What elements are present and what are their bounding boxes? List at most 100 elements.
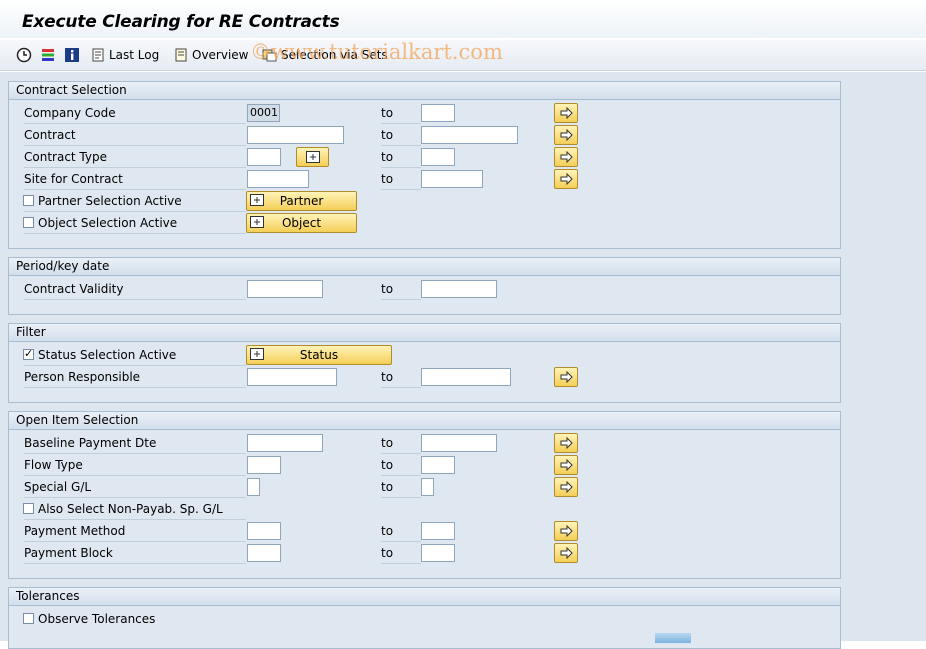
payment-method-multiple-selection-button[interactable] <box>554 521 578 541</box>
company-code-from-field[interactable]: 0001 <box>247 104 280 122</box>
get-variant-button[interactable] <box>40 45 59 65</box>
flow-type-to-field[interactable] <box>421 456 455 474</box>
status-selection-row: ✓ Status Selection Active Status <box>9 345 840 366</box>
payment-method-to-field[interactable] <box>421 522 455 540</box>
contract-to-label: to <box>381 126 421 146</box>
arrow-right-icon <box>560 525 573 537</box>
status-selection-checkbox[interactable]: ✓ <box>23 347 34 360</box>
flow-type-from-field[interactable] <box>247 456 281 474</box>
object-button-label: Object <box>281 216 322 230</box>
object-selection-checkbox[interactable] <box>23 217 34 228</box>
contract-type-multiple-selection-button[interactable] <box>554 147 578 167</box>
special-gl-label: Special G/L <box>24 478 246 498</box>
person-responsible-label: Person Responsible <box>24 368 246 388</box>
execute-button[interactable] <box>16 45 35 65</box>
arrow-right-icon <box>560 151 573 163</box>
tolerances-group: Tolerances Observe Tolerances <box>8 587 841 649</box>
site-for-contract-to-field[interactable] <box>421 170 483 188</box>
payment-method-from-field[interactable] <box>247 522 281 540</box>
special-gl-multiple-selection-button[interactable] <box>554 477 578 497</box>
observe-tolerances-label: Observe Tolerances <box>38 612 156 626</box>
application-toolbar: Last Log Overview Selection via Sets <box>0 40 926 71</box>
site-for-contract-from-field[interactable] <box>247 170 309 188</box>
payment-block-from-field[interactable] <box>247 544 281 562</box>
status-button[interactable]: Status <box>246 345 392 365</box>
arrow-right-icon <box>560 129 573 141</box>
info-button[interactable] <box>64 45 83 65</box>
contract-type-to-field[interactable] <box>421 148 455 166</box>
sets-icon <box>262 47 278 63</box>
contract-multiple-selection-button[interactable] <box>554 125 578 145</box>
baseline-payment-date-to-field[interactable] <box>421 434 497 452</box>
arrow-right-icon <box>560 481 573 493</box>
contract-validity-to-field[interactable] <box>421 280 497 298</box>
site-for-contract-multiple-selection-button[interactable] <box>554 169 578 189</box>
payment-block-multiple-selection-button[interactable] <box>554 543 578 563</box>
site-for-contract-label: Site for Contract <box>24 170 246 190</box>
non-payab-checkbox[interactable] <box>23 503 34 514</box>
site-for-contract-row: Site for Contract to <box>9 169 840 190</box>
person-responsible-multiple-selection-button[interactable] <box>554 367 578 387</box>
selection-via-sets-button[interactable]: Selection via Sets <box>262 45 388 65</box>
title-bar: Execute Clearing for RE Contracts <box>0 0 926 38</box>
checkmark-icon: ✓ <box>24 347 34 360</box>
baseline-payment-date-multiple-selection-button[interactable] <box>554 433 578 453</box>
contract-from-field[interactable] <box>247 126 344 144</box>
last-log-button[interactable]: Last Log <box>90 45 159 65</box>
contract-validity-from-field[interactable] <box>247 280 323 298</box>
object-selection-label: Object Selection Active <box>38 216 178 230</box>
overview-scroll-icon <box>173 47 189 63</box>
contract-type-from-field[interactable] <box>247 148 281 166</box>
contract-validity-to-label: to <box>381 280 421 300</box>
arrow-right-icon <box>560 107 573 119</box>
status-button-label: Status <box>299 348 339 362</box>
open-item-selection-group: Open Item Selection Baseline Payment Dte… <box>8 411 841 579</box>
overview-button[interactable]: Overview <box>173 45 249 65</box>
payment-method-row: Payment Method to <box>9 521 840 542</box>
observe-tolerances-checkbox[interactable] <box>23 613 34 624</box>
baseline-payment-date-label: Baseline Payment Dte <box>24 434 246 454</box>
flow-type-to-label: to <box>381 456 421 476</box>
site-for-contract-to-label: to <box>381 170 421 190</box>
baseline-payment-date-row: Baseline Payment Dte to <box>9 433 840 454</box>
non-payab-label: Also Select Non-Payab. Sp. G/L <box>38 502 223 516</box>
arrow-right-icon <box>560 173 573 185</box>
partner-button[interactable]: Partner <box>246 191 357 211</box>
object-selection-row: Object Selection Active Object <box>9 213 840 234</box>
person-responsible-to-field[interactable] <box>421 368 511 386</box>
person-responsible-from-field[interactable] <box>247 368 337 386</box>
object-button[interactable]: Object <box>246 213 357 233</box>
partner-selection-checkbox[interactable] <box>23 195 34 206</box>
contract-type-to-label: to <box>381 148 421 168</box>
company-code-to-label: to <box>381 104 421 124</box>
baseline-payment-date-to-label: to <box>381 434 421 454</box>
filter-group: Filter ✓ Status Selection Active Status … <box>8 323 841 403</box>
partner-selection-label: Partner Selection Active <box>38 194 182 208</box>
payment-block-to-field[interactable] <box>421 544 455 562</box>
partner-button-label: Partner <box>279 194 324 208</box>
observe-tolerances-row: Observe Tolerances <box>9 610 840 630</box>
contract-type-label: Contract Type <box>24 148 246 168</box>
flow-type-multiple-selection-button[interactable] <box>554 455 578 475</box>
person-responsible-to-label: to <box>381 368 421 388</box>
overview-label: Overview <box>192 48 249 62</box>
log-document-icon <box>90 47 106 63</box>
last-log-label: Last Log <box>109 48 160 62</box>
special-gl-from-field[interactable] <box>247 478 260 496</box>
payment-block-to-label: to <box>381 544 421 564</box>
special-gl-to-field[interactable] <box>421 478 434 496</box>
selection-via-sets-label: Selection via Sets <box>281 48 388 62</box>
contract-type-details-button[interactable] <box>296 147 329 167</box>
contract-label: Contract <box>24 126 246 146</box>
contract-to-field[interactable] <box>421 126 518 144</box>
execute-clock-icon <box>16 47 32 63</box>
baseline-payment-date-from-field[interactable] <box>247 434 323 452</box>
open-item-selection-header: Open Item Selection <box>9 412 840 430</box>
contract-validity-row: Contract Validity to <box>9 280 840 300</box>
person-responsible-row: Person Responsible to <box>9 367 840 388</box>
info-icon <box>64 47 80 63</box>
company-code-to-field[interactable] <box>421 104 455 122</box>
company-code-multiple-selection-button[interactable] <box>554 103 578 123</box>
contract-row: Contract to <box>9 125 840 146</box>
flow-type-label: Flow Type <box>24 456 246 476</box>
